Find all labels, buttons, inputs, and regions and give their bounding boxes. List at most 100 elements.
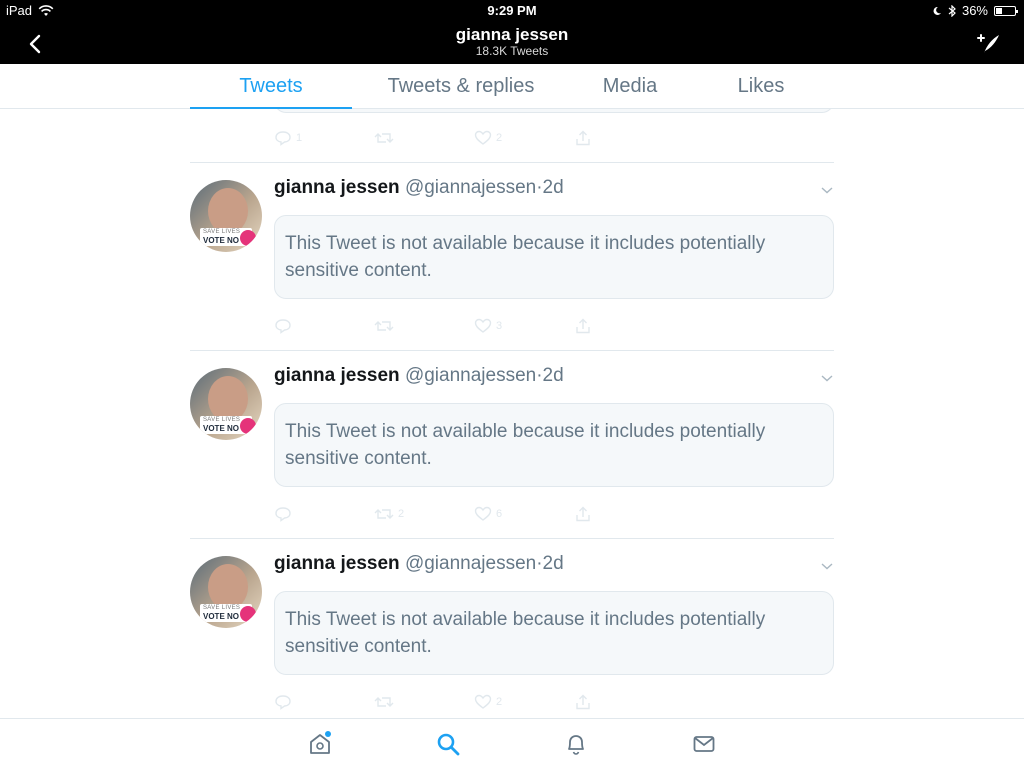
tab-likes[interactable]: Likes [702, 64, 820, 109]
like-button[interactable]: 2 [474, 130, 574, 146]
partial-tweet-actions: 1 2 [274, 126, 674, 150]
retweet-icon [374, 697, 394, 707]
messages-tab-button[interactable] [691, 731, 717, 757]
avatar-badge [240, 418, 256, 434]
like-button[interactable]: 3 [474, 318, 574, 334]
notifications-tab-button[interactable] [563, 731, 589, 757]
reply-button[interactable] [274, 506, 374, 522]
moon-icon [933, 6, 941, 15]
retweet-icon [374, 321, 394, 331]
tweet-item[interactable]: SAVE LIVES VOTE NO gianna jessen @gianna… [190, 539, 834, 718]
partial-tweet-card [274, 109, 834, 113]
bottom-tab-bar [0, 718, 1024, 768]
tweet-header: gianna jessen @giannajessen·2d [274, 365, 564, 387]
search-icon [437, 733, 460, 756]
tweet-item[interactable]: SAVE LIVES VOTE NO gianna jessen @gianna… [190, 351, 834, 539]
reply-icon [275, 695, 291, 710]
reply-count: 1 [296, 132, 303, 144]
search-tab-button[interactable] [435, 731, 461, 757]
reply-button[interactable] [274, 318, 374, 334]
tweet-display-name[interactable]: gianna jessen [274, 553, 400, 574]
bluetooth-icon [948, 4, 956, 17]
reply-button[interactable]: 1 [274, 130, 374, 146]
avatar-banner-line2: VOTE NO [203, 236, 240, 245]
sensitive-content-notice[interactable]: This Tweet is not available because it i… [274, 215, 834, 299]
tweet-handle[interactable]: @giannajessen [405, 365, 536, 386]
reply-icon [275, 131, 291, 146]
like-button[interactable]: 6 [474, 506, 574, 522]
retweet-icon [374, 133, 394, 143]
avatar-banner-line2: VOTE NO [203, 424, 240, 433]
tab-media[interactable]: Media [570, 64, 690, 109]
compose-tweet-button[interactable] [974, 30, 1002, 58]
profile-header-title: gianna jessen 18.3K Tweets [0, 25, 1024, 59]
share-button[interactable] [574, 694, 674, 710]
status-bar: iPad 9:29 PM 36% [0, 0, 1024, 20]
chevron-down-icon [821, 187, 833, 194]
avatar[interactable]: SAVE LIVES VOTE NO [190, 180, 262, 252]
profile-name: gianna jessen [455, 25, 569, 44]
heart-icon [474, 318, 492, 333]
heart-icon [474, 694, 492, 709]
share-icon [576, 506, 590, 522]
tab-tweets[interactable]: Tweets [190, 64, 352, 109]
retweet-button[interactable] [374, 694, 474, 710]
tweet-menu-button[interactable] [820, 371, 834, 385]
tweet-actions: 3 [274, 314, 674, 338]
share-icon [576, 694, 590, 710]
home-tab-button[interactable] [307, 731, 333, 757]
tweet-menu-button[interactable] [820, 559, 834, 573]
share-button[interactable] [574, 318, 674, 334]
status-right: 36% [932, 3, 1018, 18]
avatar[interactable]: SAVE LIVES VOTE NO [190, 556, 262, 628]
notification-dot [325, 731, 331, 737]
tweet-handle[interactable]: @giannajessen [405, 553, 536, 574]
share-icon [576, 130, 590, 146]
avatar-banner-line1: SAVE LIVES [203, 605, 241, 611]
battery-percent: 36% [961, 3, 988, 18]
tweet-header: gianna jessen @giannajessen·2d [274, 553, 564, 575]
heart-icon [474, 506, 492, 521]
tweet-header: gianna jessen @giannajessen·2d [274, 177, 564, 199]
sensitive-content-notice[interactable]: This Tweet is not available because it i… [274, 403, 834, 487]
tweet-display-name[interactable]: gianna jessen [274, 365, 400, 386]
like-count: 6 [496, 508, 503, 520]
like-count: 2 [496, 132, 503, 144]
share-button[interactable] [574, 506, 674, 522]
tweet-menu-button[interactable] [820, 183, 834, 197]
retweet-button[interactable] [374, 318, 474, 334]
like-count: 2 [496, 696, 503, 708]
tweet-time: 2d [542, 553, 564, 574]
tweet-time: 2d [542, 177, 564, 198]
share-button[interactable] [574, 130, 674, 146]
tweet-display-name[interactable]: gianna jessen [274, 177, 400, 198]
mail-icon [693, 736, 715, 752]
avatar-banner-line1: SAVE LIVES [203, 417, 241, 423]
top-bar: iPad 9:29 PM 36% gianna jessen 18.3K Twe… [0, 0, 1024, 64]
sensitive-content-notice[interactable]: This Tweet is not available because it i… [274, 591, 834, 675]
tab-tweets-and-replies[interactable]: Tweets & replies [372, 64, 550, 109]
avatar[interactable]: SAVE LIVES VOTE NO [190, 368, 262, 440]
battery-icon [994, 5, 1018, 16]
tweet-time: 2d [542, 365, 564, 386]
avatar-badge [240, 606, 256, 622]
share-icon [576, 318, 590, 334]
heart-icon [474, 130, 492, 145]
profile-tabs: Tweets Tweets & replies Media Likes [0, 64, 1024, 109]
status-time: 9:29 PM [487, 3, 537, 18]
retweet-button[interactable]: 2 [374, 506, 474, 522]
bell-icon [568, 735, 584, 755]
tweet-actions: 2 6 [274, 502, 674, 526]
tweet-actions: 2 [274, 690, 674, 714]
tweet-count: 18.3K Tweets [475, 44, 549, 58]
tweet-timeline: 1 2 SAVE LIVES VOTE NO gianna jessen @gi… [190, 109, 834, 718]
avatar-banner-line1: SAVE LIVES [203, 229, 241, 235]
tweet-handle[interactable]: @giannajessen [405, 177, 536, 198]
retweet-button[interactable] [374, 130, 474, 146]
like-button[interactable]: 2 [474, 694, 574, 710]
like-count: 3 [496, 320, 503, 332]
avatar-badge [240, 230, 256, 246]
reply-button[interactable] [274, 694, 374, 710]
tweet-item[interactable]: SAVE LIVES VOTE NO gianna jessen @gianna… [190, 163, 834, 351]
reply-icon [275, 319, 291, 334]
